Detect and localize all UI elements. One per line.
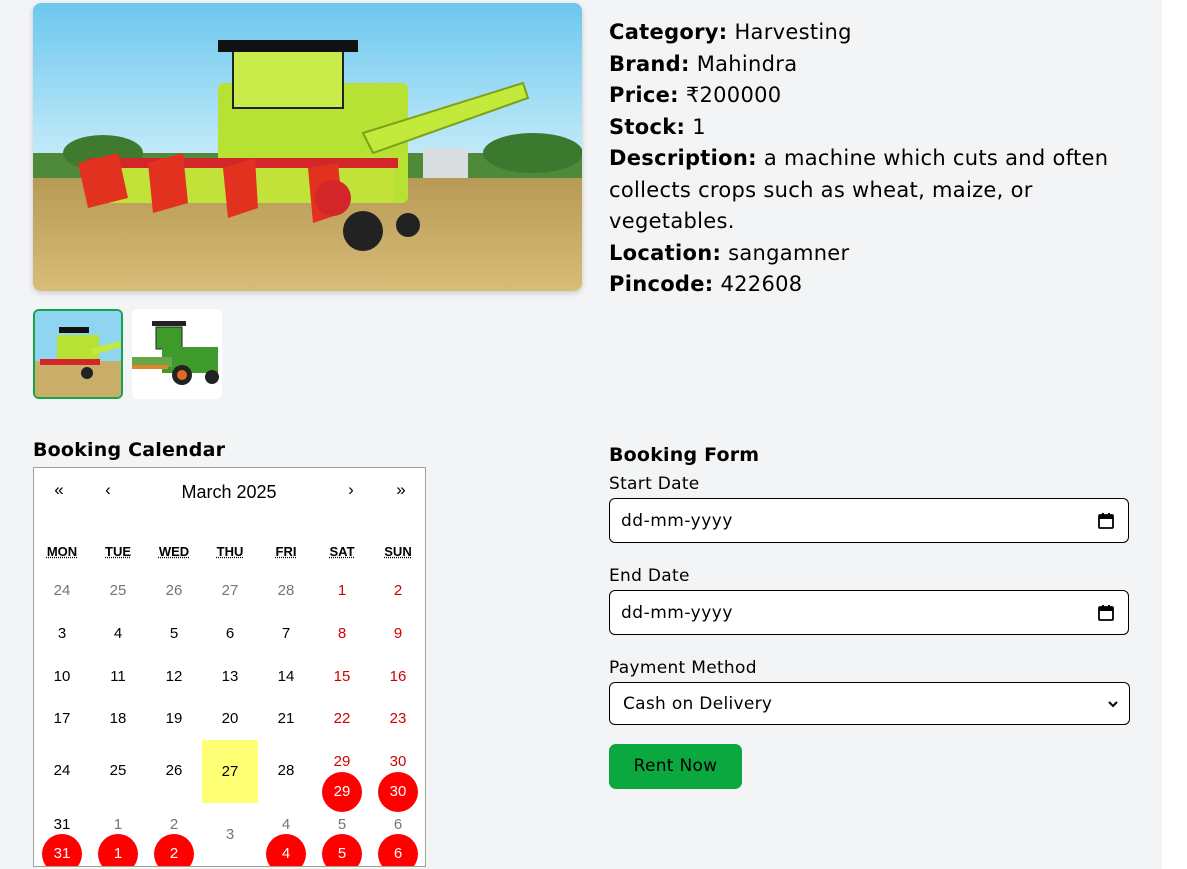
end-date-label: End Date	[609, 566, 690, 586]
calendar-day[interactable]: 1	[314, 582, 370, 599]
category-row: Category: Harvesting	[609, 20, 852, 44]
calendar-day[interactable]: 2	[370, 582, 425, 599]
calendar-day[interactable]: 13	[202, 668, 258, 685]
payment-method-value: Cash on Delivery	[623, 694, 773, 714]
location-row: Location: sangamner	[609, 240, 850, 265]
booking-calendar-title: Booking Calendar	[33, 439, 226, 461]
calendar-day[interactable]: 28	[258, 762, 314, 779]
chevron-down-icon	[1107, 696, 1119, 715]
brand-row: Brand: Mahindra	[609, 51, 798, 76]
pincode-row: Pincode: 422608	[609, 272, 803, 296]
calendar-day[interactable]: 19	[146, 710, 202, 727]
calendar-day[interactable]: 3	[34, 625, 90, 642]
booked-date-marker[interactable]: 2	[154, 834, 194, 866]
booking-calendar: « ‹ March 2025 › » MON TUE WED THU FRI SAT SUN…	[33, 467, 426, 867]
calendar-day[interactable]: 27	[202, 740, 258, 803]
weekday-header: SAT	[329, 544, 355, 559]
prev-year-button[interactable]: «	[39, 480, 79, 500]
end-date-input[interactable]: dd-mm-yyyy	[609, 590, 1129, 635]
next-month-button[interactable]: ›	[331, 480, 371, 500]
calendar-day[interactable]: 30	[370, 753, 425, 770]
booked-date-marker[interactable]: 30	[378, 772, 418, 812]
calendar-day[interactable]: 14	[258, 668, 314, 685]
calendar-day[interactable]: 5	[146, 625, 202, 642]
calendar-day[interactable]: 25	[90, 762, 146, 779]
calendar-day[interactable]: 9	[370, 625, 425, 642]
calendar-day[interactable]: 7	[258, 625, 314, 642]
pincode-value: 422608	[720, 272, 803, 296]
booked-date-marker[interactable]: 4	[266, 834, 306, 866]
calendar-navigation: « ‹ March 2025 › »	[34, 468, 425, 516]
description-row: Description: a machine which cuts and of…	[609, 146, 1109, 233]
calendar-day[interactable]: 6	[202, 625, 258, 642]
booked-date-marker[interactable]: 1	[98, 834, 138, 866]
payment-method-label: Payment Method	[609, 658, 757, 678]
calendar-day[interactable]: 23	[370, 710, 425, 727]
start-date-input[interactable]: dd-mm-yyyy	[609, 498, 1129, 543]
calendar-icon[interactable]	[1097, 512, 1115, 534]
calendar-day[interactable]: 4	[90, 625, 146, 642]
calendar-day[interactable]: 12	[146, 668, 202, 685]
calendar-day[interactable]: 27	[202, 582, 258, 599]
calendar-day[interactable]: 24	[34, 582, 90, 599]
brand-value: Mahindra	[696, 51, 798, 76]
calendar-day[interactable]: 17	[34, 710, 90, 727]
calendar-day[interactable]: 10	[34, 668, 90, 685]
end-date-placeholder: dd-mm-yyyy	[621, 603, 733, 623]
stock-value: 1	[692, 114, 706, 139]
calendar-day[interactable]: 21	[258, 710, 314, 727]
start-date-placeholder: dd-mm-yyyy	[621, 511, 733, 531]
category-value: Harvesting	[734, 20, 852, 44]
calendar-day[interactable]: 2	[146, 816, 202, 833]
weekday-header: SUN	[384, 544, 412, 559]
payment-method-select[interactable]: Cash on Delivery	[609, 682, 1130, 725]
booked-date-marker[interactable]: 5	[322, 834, 362, 866]
calendar-day[interactable]: 11	[90, 668, 146, 685]
calendar-day[interactable]: 26	[146, 762, 202, 779]
price-row: Price: ₹200000	[609, 83, 782, 107]
booked-date-marker[interactable]: 6	[378, 834, 418, 866]
booking-form-title: Booking Form	[609, 444, 760, 466]
weekday-header: THU	[216, 544, 244, 559]
booked-date-marker[interactable]: 31	[42, 834, 82, 866]
rent-now-button[interactable]: Rent Now	[609, 744, 742, 789]
calendar-day[interactable]: 26	[146, 582, 202, 599]
calendar-day[interactable]: 5	[314, 816, 370, 833]
product-details: Category: Harvesting Brand: Mahindra Pri…	[609, 17, 1149, 301]
calendar-day[interactable]: 6	[370, 816, 425, 833]
weekday-header: FRI	[275, 544, 297, 559]
weekday-header: TUE	[105, 544, 131, 559]
start-date-label: Start Date	[609, 474, 700, 494]
calendar-day[interactable]: 18	[90, 710, 146, 727]
calendar-day[interactable]: 31	[34, 816, 90, 833]
weekday-header: WED	[158, 544, 190, 559]
calendar-day[interactable]: 1	[90, 816, 146, 833]
calendar-day[interactable]: 29	[314, 753, 370, 770]
location-value: sangamner	[728, 240, 850, 265]
price-value: ₹200000	[685, 83, 782, 107]
calendar-day[interactable]: 3	[202, 826, 258, 843]
calendar-day[interactable]: 15	[314, 668, 370, 685]
calendar-day[interactable]: 8	[314, 625, 370, 642]
main-product-image	[33, 3, 582, 291]
calendar-day[interactable]: 20	[202, 710, 258, 727]
weekday-header: MON	[46, 544, 78, 559]
calendar-day[interactable]: 16	[370, 668, 425, 685]
calendar-day[interactable]: 25	[90, 582, 146, 599]
calendar-day[interactable]: 22	[314, 710, 370, 727]
prev-month-button[interactable]: ‹	[88, 480, 128, 500]
calendar-day[interactable]: 28	[258, 582, 314, 599]
calendar-day[interactable]: 24	[34, 762, 90, 779]
booked-date-marker[interactable]: 29	[322, 772, 362, 812]
thumbnail-1[interactable]	[33, 309, 123, 399]
calendar-month-label[interactable]: March 2025	[154, 482, 304, 503]
stock-row: Stock: 1	[609, 114, 706, 139]
calendar-day[interactable]: 4	[258, 816, 314, 833]
next-year-button[interactable]: »	[381, 480, 421, 500]
thumbnail-2[interactable]	[132, 309, 222, 399]
calendar-icon[interactable]	[1097, 604, 1115, 626]
